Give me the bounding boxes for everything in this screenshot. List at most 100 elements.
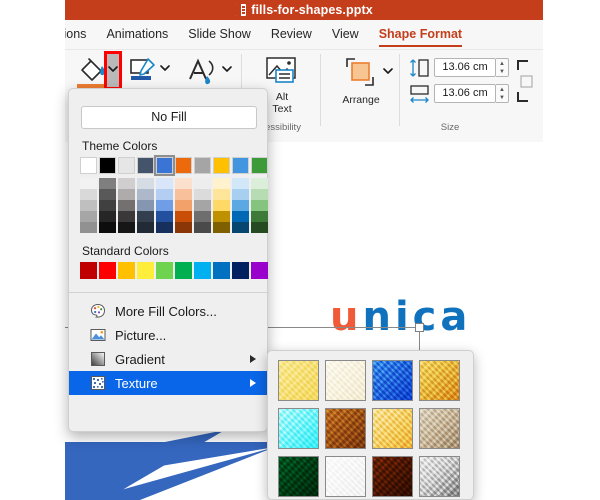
theme-color-variant-swatch[interactable] [175, 189, 192, 200]
theme-color-variant-column[interactable] [232, 178, 249, 233]
theme-color-variant-swatch[interactable] [80, 200, 97, 211]
chevron-down-icon[interactable] [383, 67, 393, 75]
theme-color-swatch[interactable] [194, 157, 211, 174]
theme-color-variant-swatch[interactable] [251, 178, 268, 189]
theme-color-variant-swatch[interactable] [251, 200, 268, 211]
theme-color-variant-column[interactable] [213, 178, 230, 233]
theme-color-swatch[interactable] [213, 157, 230, 174]
texture-swatch[interactable] [278, 456, 319, 497]
theme-color-variant-swatch[interactable] [156, 211, 173, 222]
theme-color-swatch[interactable] [251, 157, 268, 174]
theme-color-variant-swatch[interactable] [80, 222, 97, 233]
texture-swatch[interactable] [325, 408, 366, 449]
theme-color-variant-swatch[interactable] [137, 189, 154, 200]
standard-color-swatch[interactable] [118, 262, 135, 279]
theme-color-variant-swatch[interactable] [232, 200, 249, 211]
theme-color-variant-swatch[interactable] [99, 200, 116, 211]
texture-swatch-grid[interactable] [278, 360, 468, 499]
menu-item-picture[interactable]: Picture... [69, 323, 269, 347]
theme-color-variant-swatch[interactable] [175, 222, 192, 233]
crop-corners-icon[interactable] [514, 58, 538, 104]
theme-color-variant-swatch[interactable] [194, 211, 211, 222]
standard-color-swatch[interactable] [175, 262, 192, 279]
theme-colors-variant-grid[interactable] [80, 178, 270, 233]
tab-animations[interactable]: Animations [106, 27, 168, 43]
arrange-button-label[interactable]: Arrange [333, 94, 389, 106]
standard-color-swatch[interactable] [80, 262, 97, 279]
theme-color-variant-swatch[interactable] [137, 222, 154, 233]
tab-slide-show[interactable]: Slide Show [188, 27, 251, 43]
theme-color-variant-swatch[interactable] [232, 222, 249, 233]
theme-color-variant-swatch[interactable] [156, 222, 173, 233]
chevron-down-icon[interactable] [222, 65, 232, 73]
texture-swatch[interactable] [419, 360, 460, 401]
texture-swatch[interactable] [325, 360, 366, 401]
standard-color-swatch[interactable] [99, 262, 116, 279]
theme-color-variant-swatch[interactable] [80, 178, 97, 189]
theme-color-variant-swatch[interactable] [99, 211, 116, 222]
theme-color-variant-swatch[interactable] [118, 211, 135, 222]
theme-color-variant-swatch[interactable] [194, 200, 211, 211]
theme-color-variant-swatch[interactable] [232, 211, 249, 222]
spinner-down-icon[interactable]: ▼ [499, 68, 505, 76]
standard-color-swatch[interactable] [156, 262, 173, 279]
alt-text-picture-icon[interactable] [265, 56, 299, 88]
shape-fill-dropdown-menu[interactable]: No Fill Theme Colors Standard Colors Mor… [68, 88, 270, 432]
chevron-down-icon[interactable] [108, 65, 118, 73]
standard-color-swatch[interactable] [137, 262, 154, 279]
theme-color-swatch[interactable] [175, 157, 192, 174]
standard-colors-row[interactable] [80, 262, 270, 279]
theme-color-variant-swatch[interactable] [251, 222, 268, 233]
theme-colors-base-row[interactable] [80, 157, 270, 174]
standard-color-swatch[interactable] [232, 262, 249, 279]
theme-color-swatch[interactable] [118, 157, 135, 174]
menu-item-texture[interactable]: Texture [69, 371, 269, 395]
theme-color-variant-swatch[interactable] [137, 200, 154, 211]
tab-view[interactable]: View [332, 27, 359, 43]
menu-item-gradient[interactable]: Gradient [69, 347, 269, 371]
theme-color-variant-swatch[interactable] [251, 211, 268, 222]
theme-color-variant-swatch[interactable] [194, 222, 211, 233]
theme-color-variant-swatch[interactable] [156, 189, 173, 200]
theme-color-variant-swatch[interactable] [156, 200, 173, 211]
theme-color-variant-swatch[interactable] [118, 178, 135, 189]
shape-width-spinner[interactable]: ▲ ▼ [496, 84, 509, 103]
theme-color-variant-column[interactable] [137, 178, 154, 233]
theme-color-variant-column[interactable] [118, 178, 135, 233]
theme-color-variant-swatch[interactable] [232, 189, 249, 200]
theme-color-swatch[interactable] [232, 157, 249, 174]
theme-color-variant-column[interactable] [80, 178, 97, 233]
theme-color-variant-column[interactable] [156, 178, 173, 233]
texture-swatch[interactable] [278, 360, 319, 401]
theme-color-variant-swatch[interactable] [118, 222, 135, 233]
theme-color-variant-swatch[interactable] [99, 189, 116, 200]
texture-swatch[interactable] [419, 408, 460, 449]
theme-color-variant-swatch[interactable] [175, 200, 192, 211]
tab-transitions[interactable]: sitions [65, 27, 86, 43]
shape-height-input[interactable]: 13.06 cm [434, 58, 496, 77]
no-fill-button[interactable]: No Fill [81, 106, 257, 129]
theme-color-variant-swatch[interactable] [175, 178, 192, 189]
shape-width-input[interactable]: 13.06 cm [434, 84, 496, 103]
theme-color-variant-column[interactable] [99, 178, 116, 233]
theme-color-variant-column[interactable] [251, 178, 268, 233]
theme-color-variant-swatch[interactable] [232, 178, 249, 189]
spinner-up-icon[interactable]: ▲ [499, 60, 505, 68]
theme-color-variant-swatch[interactable] [80, 189, 97, 200]
menu-item-more-fill-colors[interactable]: More Fill Colors... [69, 299, 269, 323]
texture-swatch[interactable] [372, 456, 413, 497]
theme-color-variant-swatch[interactable] [175, 211, 192, 222]
theme-color-variant-swatch[interactable] [213, 222, 230, 233]
shape-height-spinner[interactable]: ▲ ▼ [496, 58, 509, 77]
theme-color-swatch[interactable] [80, 157, 97, 174]
arrange-shapes-icon[interactable] [343, 55, 379, 89]
theme-color-variant-swatch[interactable] [194, 189, 211, 200]
shape-outline-pen-icon[interactable] [128, 56, 158, 86]
theme-color-variant-swatch[interactable] [251, 189, 268, 200]
theme-color-variant-column[interactable] [194, 178, 211, 233]
theme-color-variant-swatch[interactable] [99, 178, 116, 189]
theme-color-variant-swatch[interactable] [213, 211, 230, 222]
selection-handle-top-right[interactable] [415, 323, 424, 332]
texture-swatch[interactable] [325, 456, 366, 497]
theme-color-variant-swatch[interactable] [213, 200, 230, 211]
